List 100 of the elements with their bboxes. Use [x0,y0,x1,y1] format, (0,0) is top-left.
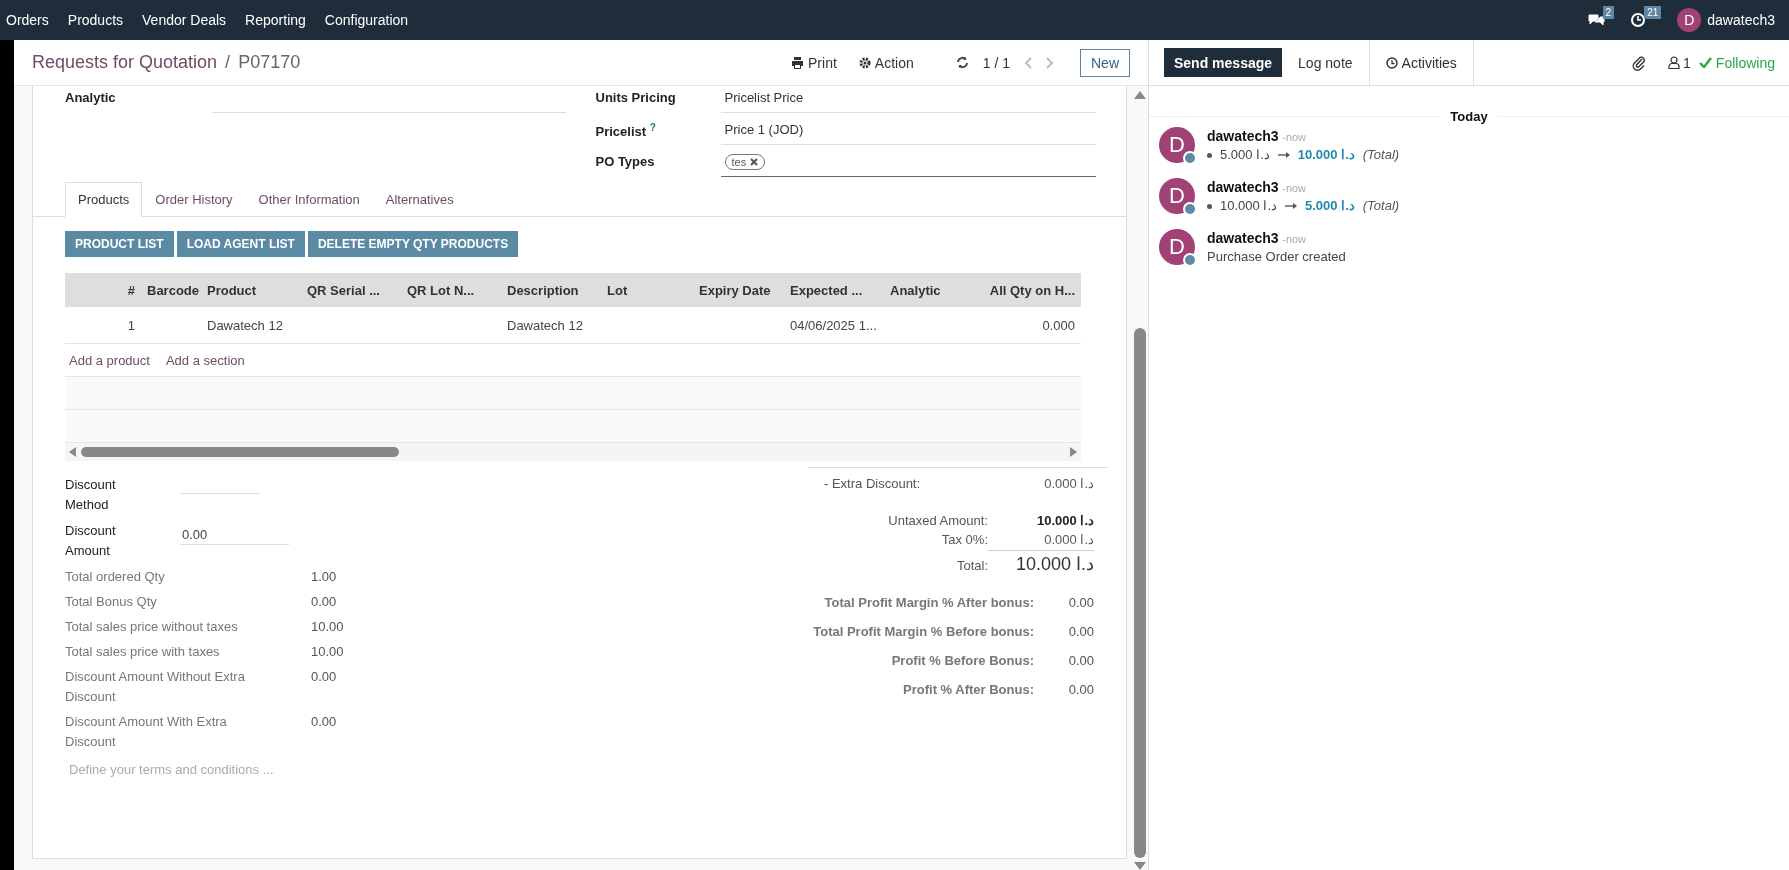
menu-item[interactable]: Configuration [318,12,422,28]
user-name[interactable]: dawatech3 [1707,12,1775,28]
chatter-button[interactable]: Send message [1164,48,1283,77]
field-value: 10.00 [311,618,344,636]
vertical-scrollbar[interactable] [1133,328,1146,858]
action-button[interactable]: Action [852,54,920,71]
author-name[interactable]: dawatech3 [1207,230,1279,246]
horizontal-scrollbar[interactable] [81,447,399,457]
tab[interactable]: Order History [142,182,246,217]
column-header[interactable]: Barcode [141,282,201,298]
arrow-icon [1285,202,1297,210]
refresh-icon[interactable] [955,56,969,69]
remove-icon[interactable] [750,158,759,166]
field-label: Discount Method [65,476,117,514]
table-cell-text: 04/06/2025 1... [789,317,878,333]
previous-icon[interactable] [1024,56,1034,69]
column-header[interactable]: Description [501,282,601,298]
menu-item[interactable]: Orders [0,12,62,28]
total-value: 10.000 د.ا [1014,553,1094,575]
scroll-up-icon[interactable] [1133,91,1146,99]
field-value: 0.00 [1067,682,1094,697]
input-field[interactable]: Pricelist Price [720,86,1096,113]
field-value: 10.00 [311,643,344,661]
old-value: 5.000 د.ا [1220,146,1270,164]
input-field[interactable]: 0.00 [180,521,289,545]
activities-button[interactable]: Activities [1368,40,1474,85]
menu-item[interactable]: Reporting [239,12,319,28]
input-field[interactable]: Price 1 (JOD) [720,118,1096,145]
column-header[interactable]: QR Lot N... [401,282,501,298]
column-header[interactable]: # [65,282,141,298]
menu-item[interactable]: Products [61,12,137,28]
tags-field[interactable]: tes [720,150,1096,177]
arrow-icon [1277,151,1290,159]
field-label: Total Profit Margin % Before bonus: [813,624,1034,639]
tab[interactable]: Alternatives [372,182,467,217]
total-value: 0.000 د.ا [988,532,1094,551]
menu-item[interactable]: Vendor Deals [136,12,240,28]
column-header[interactable]: Product [201,282,301,298]
field-value: 0.00 [311,593,337,611]
old-value: 10.000 د.ا [1220,197,1277,215]
column-header[interactable]: QR Serial ... [301,282,401,298]
scroll-down-icon[interactable] [1133,862,1146,870]
field-value: 0.00 [311,668,337,686]
person-icon [1668,56,1681,69]
print-button[interactable]: Print [785,54,843,71]
paperclip-icon[interactable] [1632,54,1647,71]
total-label: Untaxed Amount: [888,513,988,528]
column-header[interactable]: Expected ... [784,282,884,298]
user-avatar[interactable]: D [1677,8,1702,32]
field-label: Total sales price without taxes [65,618,239,636]
field-value: 0.00 [311,713,337,731]
column-header[interactable]: Analytic [884,282,978,298]
field-label: Total ordered Qty [65,568,166,586]
column-header[interactable]: Expiry Date [693,282,784,298]
clock-icon [1385,56,1398,69]
action-button[interactable]: PRODUCT LIST [65,231,174,257]
field-label: Discount Amount Without Extra Discount [65,668,246,706]
record-name: P07170 [238,52,301,73]
field-label: Pricelist $^{?}$ [595,121,657,140]
field-label: Profit % Before Bonus: [891,653,1034,668]
add-link[interactable]: Add a section [165,352,245,368]
scroll-right-icon[interactable] [1069,447,1077,457]
field-label: Discount Amount With Extra Discount [65,713,228,751]
field-label: Analytic [65,89,117,105]
scroll-left-icon[interactable] [69,447,77,457]
total-label: - Extra Discount: [824,476,921,491]
field-label: PO Types [595,153,656,169]
total-value: 10.000 د.ا [1036,513,1094,528]
next-icon[interactable] [1044,56,1054,69]
message-time: -now [1282,131,1307,143]
chat-icon[interactable] [1586,12,1605,28]
new-button[interactable]: New [1080,48,1130,77]
changed-field: (Total) [1362,146,1400,164]
tab[interactable]: Products [65,182,143,217]
breadcrumb-link[interactable]: Requests for Quotation [32,52,218,73]
action-button[interactable]: LOAD AGENT LIST [176,231,305,257]
printer-icon [791,56,804,69]
author-avatar: D [1159,127,1195,163]
column-header[interactable]: All Qty on H... [978,282,1081,298]
pager-value[interactable]: 1 / 1 [982,54,1010,71]
action-button[interactable]: DELETE EMPTY QTY PRODUCTS [307,231,519,257]
chatter-button[interactable]: Log note [1282,48,1369,77]
help-mark[interactable]: ? [649,122,656,133]
tab[interactable]: Other Information [245,182,373,217]
author-name[interactable]: dawatech3 [1207,128,1279,144]
check-icon [1698,57,1712,68]
add-link[interactable]: Add a product [69,352,150,368]
table-cell-text: Dawatech 12 [506,317,584,333]
author-name[interactable]: dawatech3 [1207,179,1279,195]
field-label: Units Pricing [595,89,677,105]
followers-button[interactable]: 1 [1668,54,1691,71]
message-time: -now [1282,233,1307,245]
bullet-icon [1207,203,1212,209]
clock-icon[interactable] [1630,12,1647,28]
field-label: Total Profit Margin % After bonus: [824,595,1034,610]
changed-field: (Total) [1362,197,1400,215]
status-dot [1183,253,1197,267]
field-label: Profit % After Bonus: [903,682,1034,697]
column-header[interactable]: Lot [601,282,693,298]
total-label: Tax 0%: [941,532,988,547]
